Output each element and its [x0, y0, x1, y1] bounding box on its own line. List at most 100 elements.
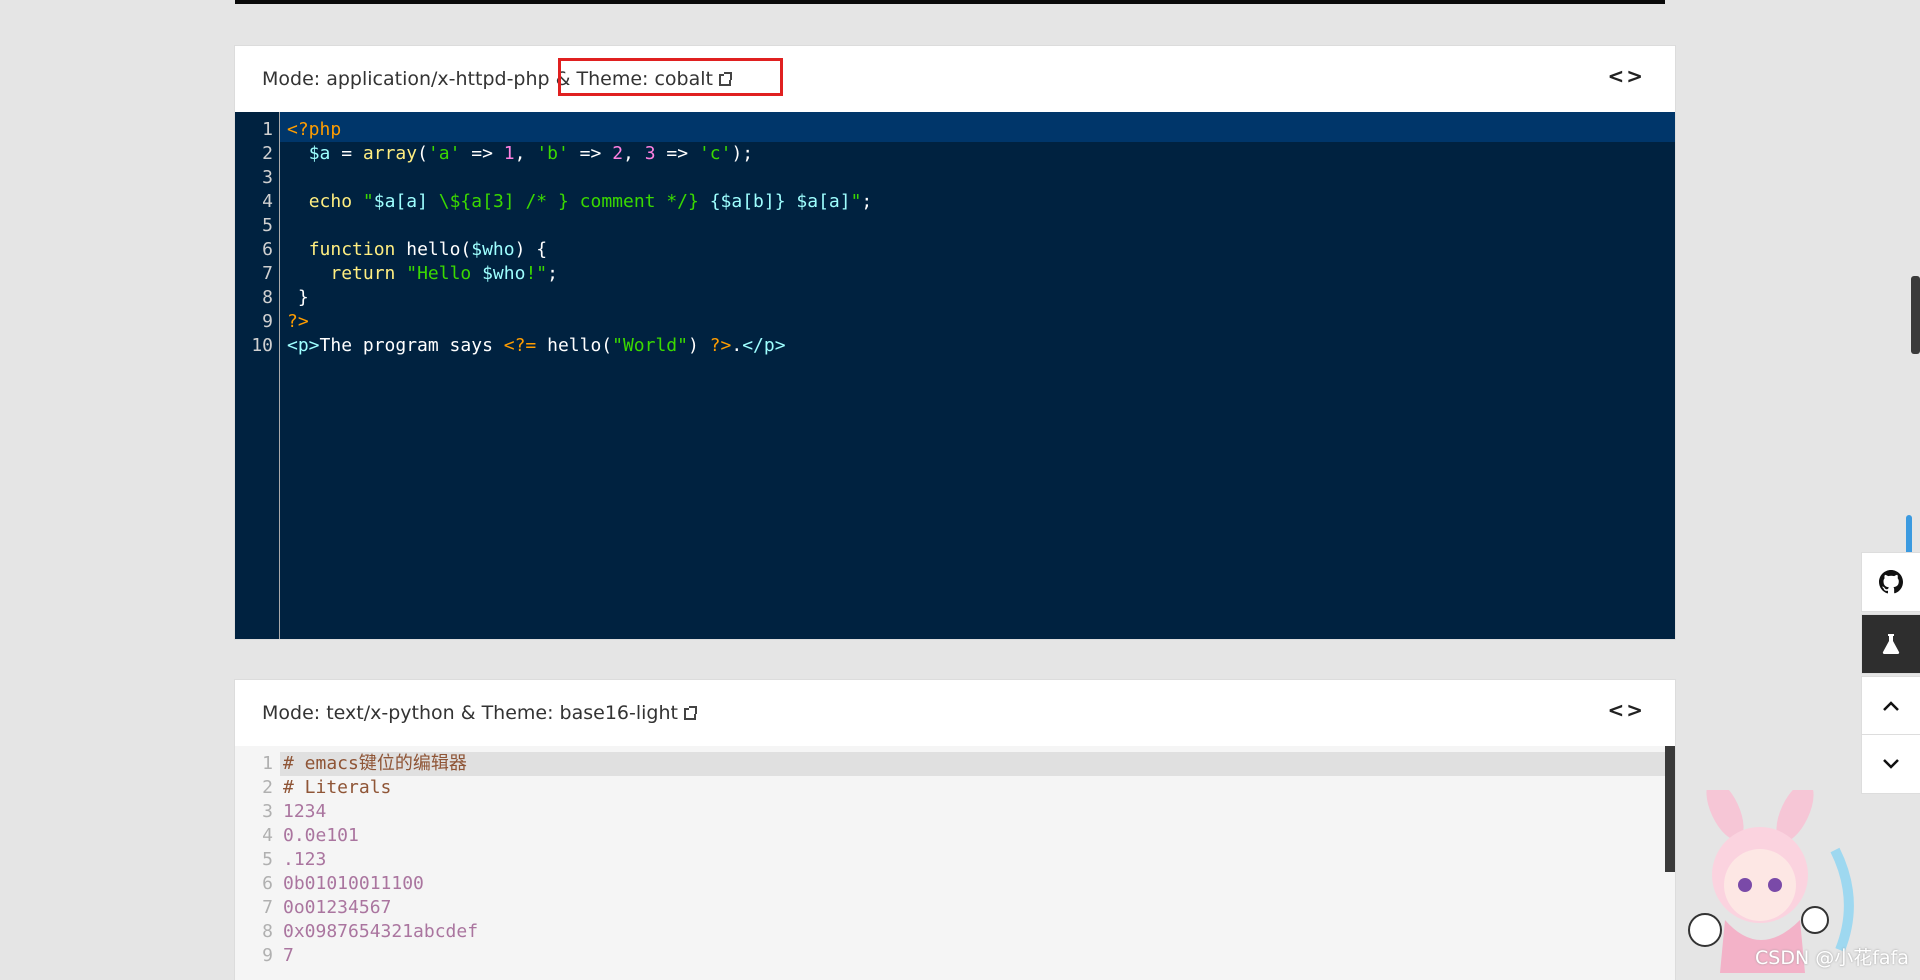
code-token: 2 [612, 143, 624, 164]
code-token: 0x0987654321abcdef [283, 921, 479, 942]
code-line[interactable]: 2 $a = array('a' => 1, 'b' => 2, 3 => 'c… [235, 142, 1675, 166]
line-number: 10 [251, 335, 273, 356]
code-editor-base16-light[interactable]: 1 # emacs键位的编辑器 2 # Literals 3 1234 4 0.0e101 5.… [235, 746, 1675, 980]
code-token: "Hello [406, 263, 483, 284]
line-number: 4 [262, 825, 273, 846]
line-code: echo "$a[a] \${a[3] /* } comment */} {$a… [287, 190, 873, 214]
external-link-icon[interactable] [683, 706, 697, 720]
code-token: # Literals [283, 777, 392, 798]
code-line[interactable]: 8 0x0987654321abcdef [235, 920, 1675, 944]
code-line[interactable]: 1 # emacs键位的编辑器 [235, 752, 1675, 776]
line-number: 5 [262, 849, 273, 870]
line-number: 7 [262, 897, 273, 918]
line-code: 0o01234567 [283, 896, 391, 920]
code-panel-python: Mode: text/x-python & Theme: base16-ligh… [235, 680, 1675, 980]
line-code: # Literals [283, 776, 391, 800]
code-token: $who [482, 263, 526, 284]
code-token: => [460, 143, 504, 164]
code-line[interactable]: 4 0.0e101 [235, 824, 1675, 848]
code-token: 'b' [536, 143, 569, 164]
code-line[interactable]: 7 return "Hello $who!"; [235, 262, 1675, 286]
code-line[interactable]: 8 } [235, 286, 1675, 310]
line-code: .123 [283, 848, 326, 872]
panel-header: Mode: text/x-python & Theme: base16-ligh… [235, 680, 1675, 746]
code-token: <p> [287, 335, 320, 356]
code-line[interactable]: 5 [235, 214, 1675, 238]
code-token: array [362, 143, 418, 164]
line-code: 1234 [283, 800, 326, 824]
github-button[interactable] [1862, 553, 1920, 611]
code-token: # emacs键位的编辑器 [283, 753, 467, 774]
code-editor-cobalt[interactable]: 1 <?php 2 $a = array('a' => 1, 'b' => 2, 3… [235, 112, 1675, 639]
line-number: 9 [262, 311, 273, 332]
code-line[interactable]: 6 function hello($who) { [235, 238, 1675, 262]
code-token: $a[a] [373, 191, 428, 212]
mode-label[interactable]: Mode: text/x-python & Theme: base16-ligh… [262, 702, 697, 724]
code-line[interactable]: 2 # Literals [235, 776, 1675, 800]
page-scrollbar-thumb[interactable] [1911, 276, 1920, 354]
line-code: 0.0e101 [283, 824, 359, 848]
code-toggle-button[interactable]: <> [1607, 698, 1645, 722]
code-token: hello( [395, 239, 472, 260]
code-token: echo [308, 191, 353, 212]
code-token: hello( [536, 335, 613, 356]
mode-label: Mode: application/x-httpd-php & [262, 68, 577, 90]
code-line[interactable]: 4 echo "$a[a] \${a[3] /* } comment */} {… [235, 190, 1675, 214]
code-toggle-button[interactable]: <> [1607, 64, 1645, 88]
line-code: <p>The program says <?= hello("World") ?… [287, 334, 786, 358]
line-code: $a = array('a' => 1, 'b' => 2, 3 => 'c')… [287, 142, 753, 166]
top-divider [235, 0, 1665, 4]
code-token: => [655, 143, 699, 164]
code-token: => [568, 143, 613, 164]
scroll-down-button[interactable] [1862, 735, 1920, 793]
line-number: 6 [262, 239, 273, 260]
line-code: 0x0987654321abcdef [283, 920, 478, 944]
chevron-down-icon [1883, 759, 1899, 769]
code-token: 3 [644, 143, 656, 164]
line-code: <?php [287, 118, 341, 142]
code-token: <?= [503, 335, 537, 356]
scroll-up-button[interactable] [1862, 677, 1920, 735]
code-token: , [623, 143, 645, 164]
code-line[interactable]: 5 .123 [235, 848, 1675, 872]
code-token: ?> [287, 311, 309, 332]
code-lines: 1 <?php 2 $a = array('a' => 1, 'b' => 2, 3… [235, 118, 1675, 358]
lab-button[interactable] [1862, 615, 1920, 673]
code-line[interactable]: 7 0o01234567 [235, 896, 1675, 920]
code-line[interactable]: 97 [235, 944, 1675, 968]
watermark: CSDN @小花fafa [1755, 947, 1909, 969]
code-token: 0b01010011100 [283, 873, 424, 894]
code-token: \${a[3] /* } comment */} [427, 191, 710, 212]
code-token: 7 [283, 945, 294, 966]
code-line[interactable]: 1 <?php [235, 118, 1675, 142]
line-number: 8 [262, 287, 273, 308]
panel-header: Mode: application/x-httpd-php & Theme: c… [235, 46, 1675, 112]
code-line[interactable]: 10 <p>The program says <?= hello("World")… [235, 334, 1675, 358]
line-number: 4 [262, 191, 273, 212]
code-token: 1234 [283, 801, 327, 822]
code-panel-php: Mode: application/x-httpd-php & Theme: c… [235, 46, 1675, 639]
line-code: } [287, 286, 309, 310]
line-number: 3 [262, 167, 273, 188]
code-line[interactable]: 6 0b01010011100 [235, 872, 1675, 896]
code-line[interactable]: 3 [235, 166, 1675, 190]
code-token: $a[a] [796, 191, 851, 212]
code-line[interactable]: 9 ?> [235, 310, 1675, 334]
code-line[interactable]: 3 1234 [235, 800, 1675, 824]
line-number: 5 [262, 215, 273, 236]
code-token: 'a' [427, 143, 461, 164]
line-number: 6 [262, 873, 273, 894]
code-token: " [362, 191, 374, 212]
line-number: 1 [262, 119, 273, 140]
code-token: ; [547, 263, 558, 284]
theme-link[interactable]: Theme: cobalt [577, 68, 732, 90]
code-token: ; [861, 191, 873, 212]
external-link-icon[interactable] [718, 72, 732, 86]
code-token: function [308, 239, 396, 260]
line-code: 0b01010011100 [283, 872, 424, 896]
